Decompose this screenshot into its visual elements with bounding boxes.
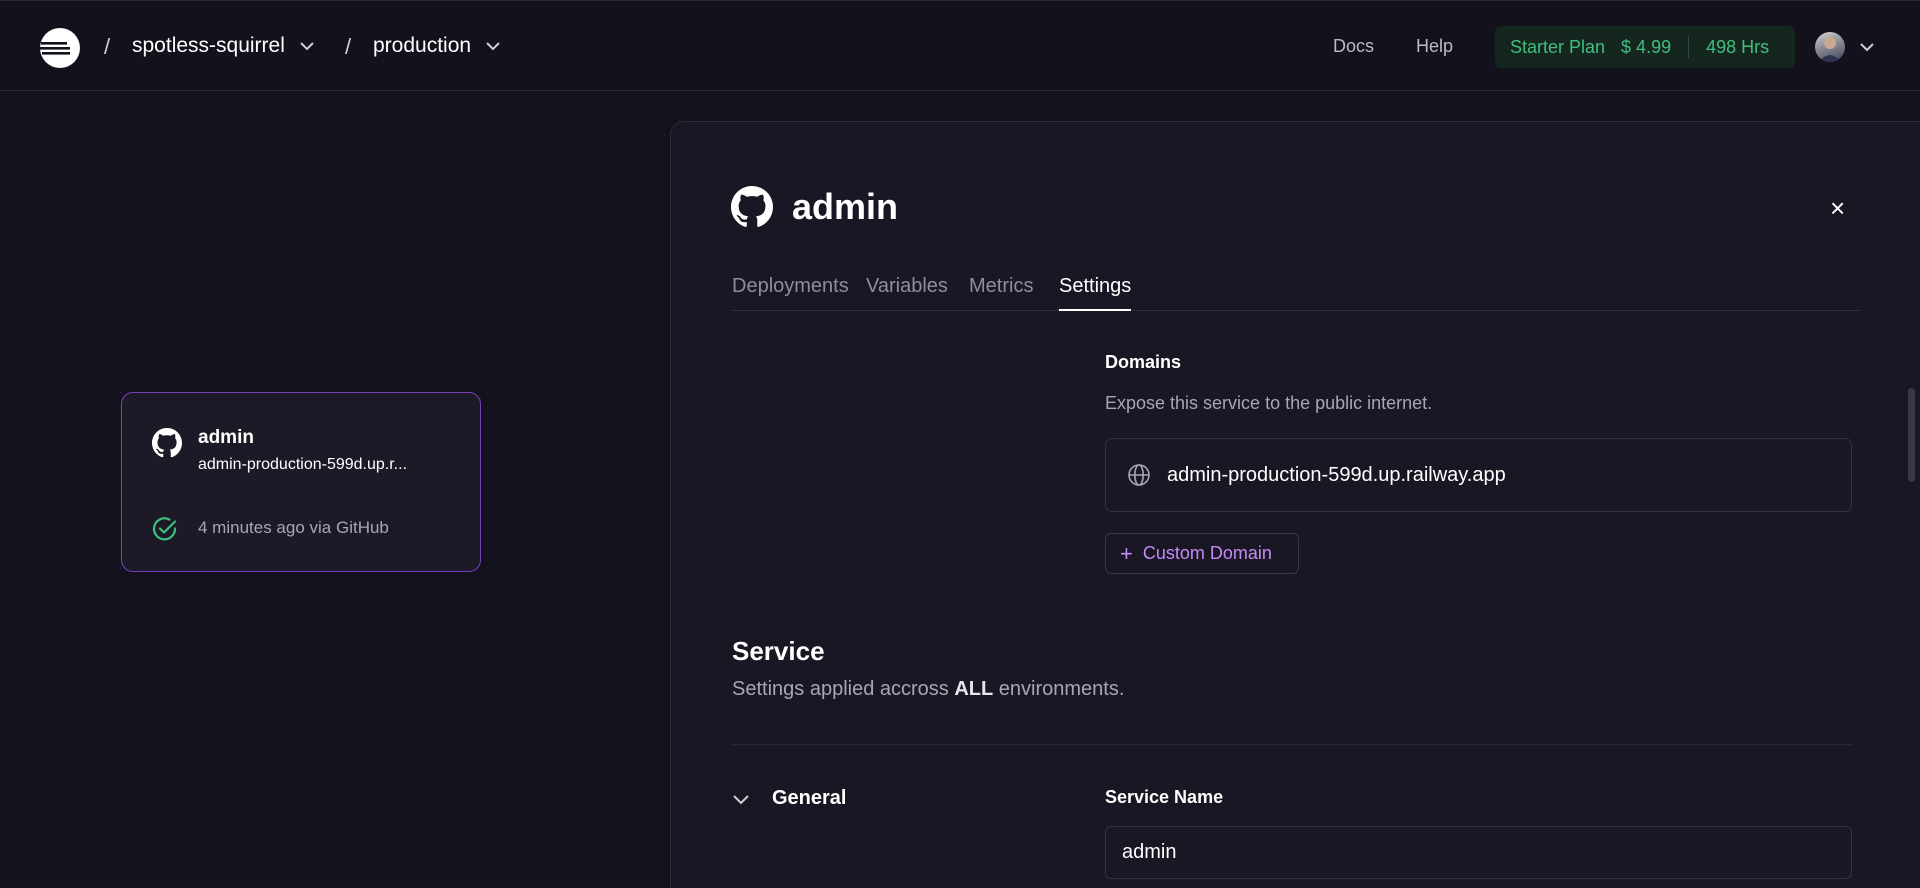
project-selector[interactable]: spotless-squirrel xyxy=(132,34,315,58)
service-panel: admin × Deployments Variables Metrics Se… xyxy=(670,121,1920,888)
service-heading: Service xyxy=(732,636,825,666)
general-section-toggle[interactable]: General xyxy=(732,787,846,810)
top-bar: / spotless-squirrel / production Docs He… xyxy=(0,0,1920,91)
custom-domain-button[interactable]: + Custom Domain xyxy=(1105,533,1299,574)
github-icon xyxy=(152,428,182,458)
close-icon[interactable]: × xyxy=(1830,195,1845,221)
section-divider xyxy=(732,744,1852,745)
plan-divider xyxy=(1688,36,1690,58)
tab-settings[interactable]: Settings xyxy=(1059,275,1132,311)
service-description-emphasis: ALL xyxy=(954,678,994,700)
environment-selector[interactable]: production xyxy=(373,34,501,58)
service-card-url: admin-production-599d.up.r... xyxy=(198,456,408,473)
service-description-suffix: environments. xyxy=(993,678,1125,700)
chevron-down-icon xyxy=(486,42,500,51)
help-link[interactable]: Help xyxy=(1416,36,1453,57)
service-name-input[interactable] xyxy=(1105,826,1852,879)
chevron-down-icon xyxy=(733,794,749,804)
deploy-status: 4 minutes ago via GitHub xyxy=(198,518,389,537)
service-card[interactable]: admin admin-production-599d.up.r... 4 mi… xyxy=(121,392,481,572)
check-circle-icon xyxy=(152,517,177,541)
avatar[interactable] xyxy=(1815,32,1845,62)
globe-icon xyxy=(1128,464,1150,486)
scrollbar[interactable] xyxy=(1908,388,1915,482)
avatar-image xyxy=(1819,37,1841,62)
tab-variables[interactable]: Variables xyxy=(866,275,948,311)
github-icon xyxy=(731,186,773,227)
plan-price: $ 4.99 xyxy=(1621,36,1672,57)
general-label: General xyxy=(772,787,847,809)
chevron-down-icon xyxy=(300,42,314,51)
service-description-prefix: Settings applied accross xyxy=(732,678,955,700)
plan-name: Starter Plan xyxy=(1510,36,1606,57)
environment-name: production xyxy=(373,34,472,57)
domain-row: admin-production-599d.up.railway.app xyxy=(1105,438,1852,512)
breadcrumb-separator: / xyxy=(104,34,111,59)
railway-logo-icon[interactable] xyxy=(39,27,81,69)
service-card-title: admin xyxy=(198,427,254,448)
custom-domain-label: Custom Domain xyxy=(1142,543,1272,563)
breadcrumb-separator: / xyxy=(345,34,352,59)
docs-link[interactable]: Docs xyxy=(1333,36,1374,57)
chevron-down-icon[interactable] xyxy=(1859,42,1875,52)
service-description: Settings applied accross ALL environment… xyxy=(732,678,1124,701)
project-name: spotless-squirrel xyxy=(132,34,285,57)
plus-icon: + xyxy=(1120,540,1133,566)
panel-title: admin xyxy=(792,186,899,227)
tab-deployments[interactable]: Deployments xyxy=(732,275,849,311)
tab-metrics[interactable]: Metrics xyxy=(969,275,1033,311)
service-name-label: Service Name xyxy=(1105,787,1224,807)
domains-heading: Domains xyxy=(1105,352,1182,372)
domains-description: Expose this service to the public intern… xyxy=(1105,393,1433,413)
tab-bar: Deployments Variables Metrics Settings xyxy=(732,275,1861,311)
plan-badge[interactable]: Starter Plan $ 4.99 498 Hrs xyxy=(1495,26,1795,68)
domain-link[interactable]: admin-production-599d.up.railway.app xyxy=(1167,464,1506,487)
plan-hours: 498 Hrs xyxy=(1706,36,1770,57)
